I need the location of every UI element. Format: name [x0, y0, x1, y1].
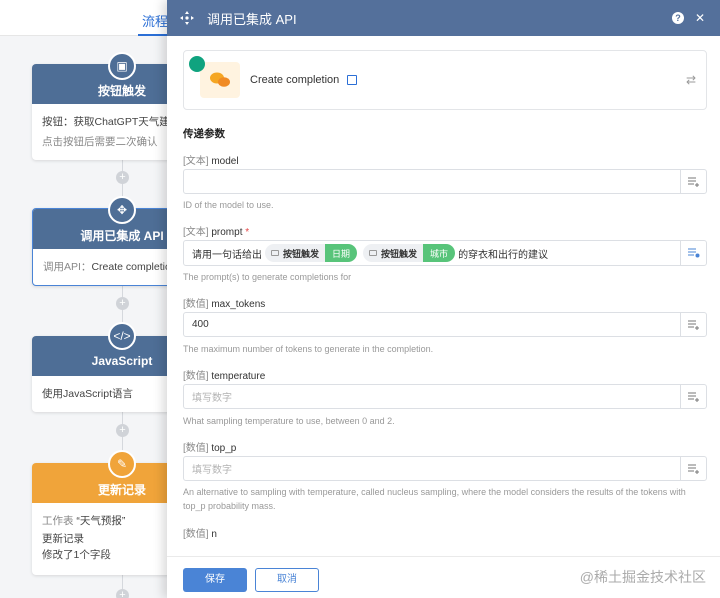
add-node-button[interactable]: + [116, 589, 129, 598]
chat-bubbles-icon [200, 62, 240, 98]
add-node-button[interactable]: + [116, 171, 129, 184]
model-input[interactable] [183, 169, 707, 194]
prompt-text: 的穿衣和出行的建议 [458, 249, 549, 261]
cancel-button[interactable]: 取消 [255, 568, 319, 592]
prompt-input[interactable]: 请用一句话给出 按钮触发 日期 按钮触发 城市 的穿衣和出行的建议 [183, 240, 707, 266]
insert-field-icon[interactable] [680, 385, 706, 408]
field-label-n: [数值] n [183, 525, 217, 540]
field-label-max-tokens: [数值] max_tokens [183, 295, 265, 310]
panel-footer: 保存 取消 @稀土掘金技术社区 [167, 556, 720, 598]
field-type-tag: [数值] [183, 443, 209, 454]
trigger-icon [271, 250, 279, 256]
field-name: top_p [211, 443, 237, 454]
field-help: What sampling temperature to use, betwee… [183, 416, 395, 426]
add-node-button[interactable]: + [116, 424, 129, 437]
required-mark: * [245, 227, 250, 238]
close-icon[interactable]: ✕ [692, 10, 708, 26]
config-panel: 调用已集成 API ? ✕ Create completion ⇄ 传递参数 [… [167, 0, 720, 598]
chip-node: 按钮触发 [381, 248, 418, 259]
field-label-prompt: [文本] prompt * [183, 223, 249, 238]
api-name: Create completion [250, 74, 340, 86]
field-name: prompt [211, 227, 243, 238]
insert-field-icon[interactable] [680, 170, 706, 193]
field-help: The maximum number of tokens to generate… [183, 344, 434, 354]
field-help: ID of the model to use. [183, 200, 274, 210]
button-trigger-icon: ▣ [108, 52, 136, 80]
field-name: model [211, 156, 239, 167]
node-detail-label: 工作表 [42, 515, 74, 527]
field-label-model: [文本] model [183, 152, 239, 167]
edit-record-icon: ✎ [108, 450, 136, 478]
node-detail-value: “天气预报” [76, 515, 126, 527]
top-p-input[interactable]: 填写数字 [183, 456, 707, 481]
temperature-input[interactable]: 填写数字 [183, 384, 707, 409]
field-help: An alternative to sampling with temperat… [183, 487, 686, 511]
field-name: max_tokens [211, 299, 266, 310]
tab-active-indicator [138, 34, 168, 36]
field-type-tag: [数值] [183, 371, 209, 382]
chip-node: 按钮触发 [283, 248, 320, 259]
node-detail-label: 调用API： [43, 261, 92, 273]
insert-field-icon[interactable] [680, 313, 706, 336]
prompt-text: 请用一句话给出 [192, 249, 262, 261]
panel-title: 调用已集成 API [207, 11, 297, 27]
openai-logo-icon [189, 56, 205, 72]
field-name: n [211, 529, 217, 540]
max-tokens-input[interactable]: 400 [183, 312, 707, 337]
field-type-tag: [数值] [183, 299, 209, 310]
add-node-button[interactable]: + [116, 297, 129, 310]
field-name: temperature [211, 371, 266, 382]
section-title: 传递参数 [183, 128, 225, 140]
help-icon[interactable]: ? [670, 10, 686, 26]
move-arrows-icon [179, 10, 195, 26]
api-card: Create completion ⇄ [183, 50, 707, 110]
variable-chip[interactable]: 按钮触发 日期 [265, 244, 358, 262]
field-type-tag: [数值] [183, 529, 209, 540]
tab-flow[interactable]: 流程 [142, 11, 168, 30]
move-arrows-icon: ✥ [108, 196, 136, 224]
insert-field-icon[interactable] [680, 241, 706, 265]
panel-header: 调用已集成 API ? ✕ [167, 0, 720, 36]
watermark: @稀土掘金技术社区 [579, 569, 706, 585]
field-label-top-p: [数值] top_p [183, 439, 236, 454]
swap-icon[interactable]: ⇄ [686, 73, 696, 87]
field-placeholder: 填写数字 [192, 465, 232, 476]
field-type-tag: [文本] [183, 227, 209, 238]
field-value: 400 [192, 319, 209, 330]
field-help: The prompt(s) to generate completions fo… [183, 272, 352, 282]
field-placeholder: 填写数字 [192, 393, 232, 404]
chip-field: 城市 [423, 244, 456, 262]
field-label-temperature: [数值] temperature [183, 367, 265, 382]
insert-field-icon[interactable] [680, 457, 706, 480]
code-icon: </> [108, 322, 136, 350]
node-detail-value: Create completion [91, 261, 177, 273]
save-button[interactable]: 保存 [183, 568, 247, 592]
trigger-icon [369, 250, 378, 256]
external-link-icon[interactable] [347, 75, 358, 85]
field-type-tag: [文本] [183, 156, 209, 167]
variable-chip[interactable]: 按钮触发 城市 [363, 244, 456, 262]
chip-field: 日期 [325, 244, 358, 262]
